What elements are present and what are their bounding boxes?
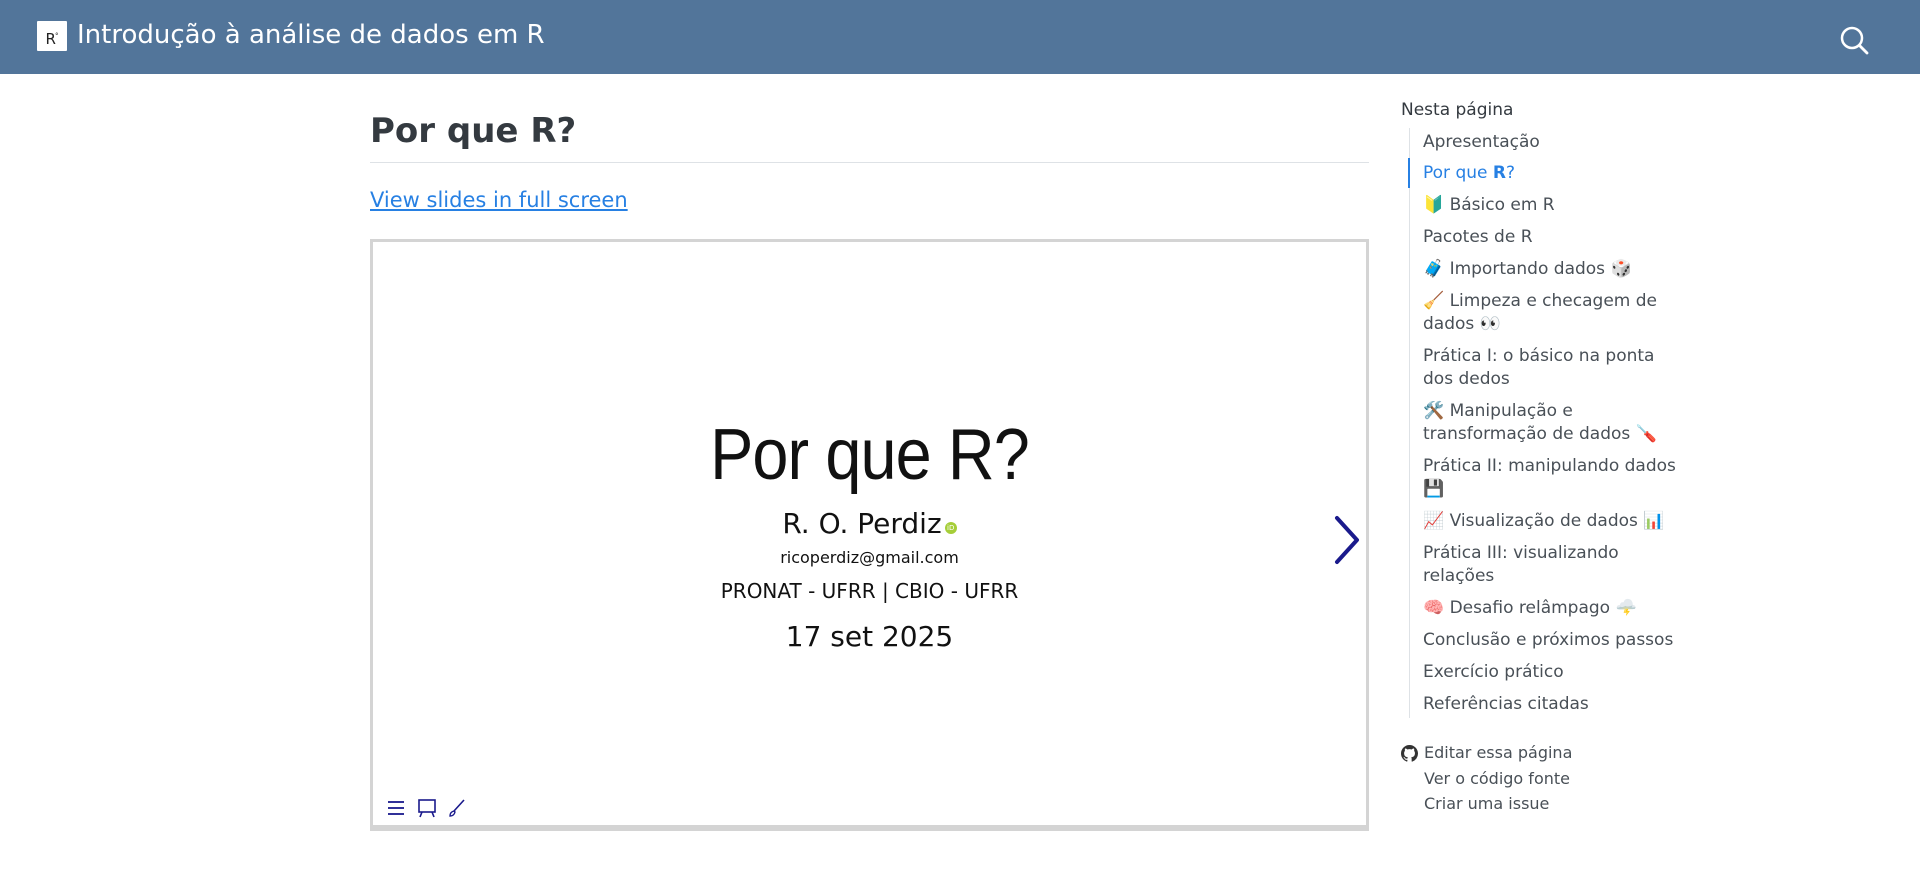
toc-item-pratica-3[interactable]: Prática III: visualizando relações xyxy=(1423,542,1683,588)
next-slide-arrow-icon[interactable] xyxy=(1331,512,1363,568)
toc-item-desafio[interactable]: 🧠 Desafio relâmpago 🌩️ xyxy=(1423,597,1683,620)
brush-icon[interactable] xyxy=(446,797,468,819)
orcid-icon[interactable]: iD xyxy=(944,522,957,534)
slide-author: R. O. Perdiz iD xyxy=(373,507,1366,540)
r-logo-icon[interactable]: R° xyxy=(37,21,67,51)
slide-date: 17 set 2025 xyxy=(785,620,954,653)
slide-title: Por que R? xyxy=(710,415,1030,495)
toc-item-limpeza[interactable]: 🧹 Limpeza e checagem de dados 👀 xyxy=(1423,290,1683,336)
site-title[interactable]: Introdução à análise de dados em R xyxy=(77,20,545,50)
toc-item-basico[interactable]: 🔰 Básico em R xyxy=(1423,194,1683,217)
view-source-link[interactable]: Ver o código fonte xyxy=(1424,769,1570,788)
toc-item-importando[interactable]: 🧳 Importando dados 🎲 xyxy=(1423,258,1683,281)
toc-item-apresentacao[interactable]: Apresentação xyxy=(1423,131,1683,154)
toc-active-indicator xyxy=(1408,158,1410,188)
top-navbar: R° Introdução à análise de dados em R xyxy=(0,0,1920,74)
toc-rail xyxy=(1409,128,1410,718)
chalkboard-icon[interactable] xyxy=(416,797,438,819)
slide-email: ricoperdiz@gmail.com xyxy=(780,548,959,567)
toc-item-referencias[interactable]: Referências citadas xyxy=(1423,693,1683,716)
toc-item-por-que-r[interactable]: Por que R? xyxy=(1423,162,1683,185)
r-title-glyph: R xyxy=(530,111,557,151)
toc-item-visualizacao[interactable]: 📈 Visualização de dados 📊 xyxy=(1423,510,1683,533)
slide-affiliation: PRONAT - UFRR | CBIO - UFRR xyxy=(720,579,1019,603)
toc-item-pratica-2[interactable]: Prática II: manipulando dados 💾 xyxy=(1423,455,1683,501)
page-title: Por que R? xyxy=(370,111,577,151)
toc-item-exercicio[interactable]: Exercício prático xyxy=(1423,661,1683,684)
create-issue-link[interactable]: Criar uma issue xyxy=(1424,794,1549,813)
edit-page-link[interactable]: Editar essa página xyxy=(1424,743,1572,762)
search-icon[interactable] xyxy=(1838,24,1870,56)
toc-item-pratica-1[interactable]: Prática I: o básico na ponta dos dedos xyxy=(1423,345,1683,391)
fullscreen-link[interactable]: View slides in full screen xyxy=(370,188,628,212)
toc-heading: Nesta página xyxy=(1401,100,1514,120)
toc-item-conclusao[interactable]: Conclusão e próximos passos xyxy=(1423,629,1683,652)
toc-item-manipulacao[interactable]: 🛠️ Manipulação e transformação de dados … xyxy=(1423,400,1683,446)
toc-item-pacotes[interactable]: Pacotes de R xyxy=(1423,226,1683,249)
title-divider xyxy=(370,162,1369,163)
menu-icon[interactable] xyxy=(385,797,407,819)
github-icon xyxy=(1401,745,1419,762)
slide-embed[interactable]: Por que R? R. O. Perdiz iD ricoperdiz@gma… xyxy=(370,239,1369,831)
